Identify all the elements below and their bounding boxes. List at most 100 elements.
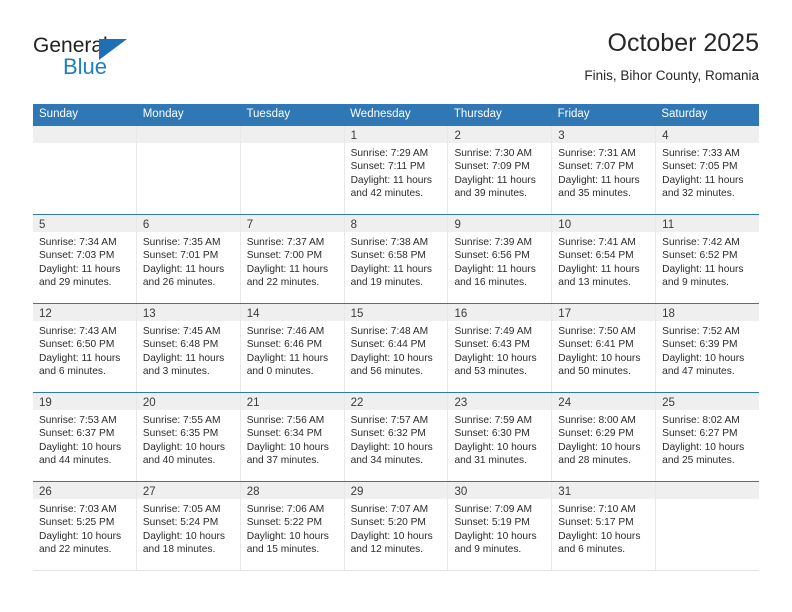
day-detail-line: Sunrise: 7:48 AM <box>350 326 429 337</box>
calendar-day-cell[interactable]: 28 Sunrise: 7:06 AM Sunset: 5:22 PM Dayligh… <box>240 482 345 570</box>
day-detail-text: Sunrise: 7:10 AM Sunset: 5:17 PM Daylight:… <box>552 499 655 557</box>
calendar-day-cell[interactable]: 21 Sunrise: 7:56 AM Sunset: 6:34 PM Dayligh… <box>240 393 345 481</box>
day-detail-text: Sunrise: 7:56 AM Sunset: 6:34 PM Daylight:… <box>241 410 344 468</box>
day-detail-text: Sunrise: 7:34 AM Sunset: 7:03 PM Daylight:… <box>33 232 136 290</box>
calendar-day-cell[interactable]: 8 Sunrise: 7:38 AM Sunset: 6:58 PM Daylight… <box>344 215 449 303</box>
day-detail-line: Sunset: 6:48 PM <box>142 339 219 351</box>
calendar-day-cell[interactable]: 6 Sunrise: 7:35 AM Sunset: 7:01 PM Daylight… <box>136 215 241 303</box>
calendar-day-cell[interactable]: 1 Sunrise: 7:29 AM Sunset: 7:11 PM Daylight… <box>344 126 449 214</box>
day-detail-line: Sunset: 5:17 PM <box>558 517 634 529</box>
day-number-band: 17 <box>552 304 656 321</box>
calendar-day-cell[interactable]: 22 Sunrise: 7:57 AM Sunset: 6:32 PM Dayligh… <box>344 393 449 481</box>
calendar-day-cell[interactable]: 31 Sunrise: 7:10 AM Sunset: 5:17 PM Dayligh… <box>552 482 657 570</box>
day-number: 26 <box>39 486 52 498</box>
day-detail-line: and 29 minutes. <box>39 277 112 289</box>
day-detail-text: Sunrise: 7:55 AM Sunset: 6:35 PM Daylight:… <box>137 410 240 468</box>
calendar-day-cell[interactable]: 2 Sunrise: 7:30 AM Sunset: 7:09 PM Daylight… <box>448 126 553 214</box>
day-detail-line: Sunset: 7:05 PM <box>662 161 738 173</box>
calendar-day-cell[interactable]: 14 Sunrise: 7:46 AM Sunset: 6:46 PM Dayligh… <box>240 304 345 392</box>
calendar-day-cell[interactable]: 27 Sunrise: 7:05 AM Sunset: 5:24 PM Dayligh… <box>136 482 241 570</box>
general-blue-logo[interactable]: General Blue <box>33 34 233 86</box>
day-detail-line: Daylight: 11 hours <box>558 263 640 275</box>
calendar-day-cell[interactable]: 24 Sunrise: 8:00 AM Sunset: 6:29 PM Dayligh… <box>552 393 657 481</box>
calendar-day-cell[interactable]: 18 Sunrise: 7:52 AM Sunset: 6:39 PM Dayligh… <box>656 304 760 392</box>
day-detail-line: Sunset: 7:01 PM <box>142 250 219 262</box>
calendar-day-cell[interactable]: 15 Sunrise: 7:48 AM Sunset: 6:44 PM Dayligh… <box>344 304 449 392</box>
day-detail-line: Sunrise: 7:45 AM <box>142 326 221 337</box>
calendar-day-cell[interactable]: 30 Sunrise: 7:09 AM Sunset: 5:19 PM Dayligh… <box>448 482 553 570</box>
day-detail-line: Sunset: 7:11 PM <box>350 161 426 173</box>
day-detail-line: Daylight: 10 hours <box>350 530 433 542</box>
day-detail-line: Sunset: 7:00 PM <box>246 250 323 262</box>
day-detail-line: and 13 minutes. <box>558 277 631 289</box>
calendar-week-row: 1 Sunrise: 7:29 AM Sunset: 7:11 PM Daylight… <box>33 125 760 214</box>
day-number-band: 5 <box>33 215 136 232</box>
weekday-header-row: Sunday Monday Tuesday Wednesday Thursday Frid… <box>33 104 759 125</box>
page-header: General Blue October 2025 Finis, Bihor C… <box>33 28 759 90</box>
calendar-day-cell[interactable]: 25 Sunrise: 8:02 AM Sunset: 6:27 PM Dayligh… <box>656 393 760 481</box>
day-detail-text: Sunrise: 7:31 AM Sunset: 7:07 PM Daylight:… <box>552 143 655 201</box>
day-detail-line: Daylight: 10 hours <box>662 441 745 453</box>
day-detail-text: Sunrise: 7:29 AM Sunset: 7:11 PM Daylight:… <box>345 143 448 201</box>
day-detail-line: Sunrise: 7:43 AM <box>39 326 117 337</box>
calendar-day-cell[interactable]: 26 Sunrise: 7:03 AM Sunset: 5:25 PM Dayligh… <box>33 482 137 570</box>
day-detail-line: Sunrise: 7:57 AM <box>350 415 429 426</box>
calendar-day-cell-empty <box>656 482 760 570</box>
day-detail-line: Sunrise: 7:37 AM <box>246 237 325 248</box>
day-number-band: 20 <box>136 393 240 410</box>
calendar-day-cell[interactable]: 3 Sunrise: 7:31 AM Sunset: 7:07 PM Daylight… <box>552 126 657 214</box>
calendar-day-cell[interactable]: 12 Sunrise: 7:43 AM Sunset: 6:50 PM Dayligh… <box>33 304 137 392</box>
day-detail-line: and 31 minutes. <box>454 455 527 467</box>
weekday-header-monday: Monday <box>142 108 184 120</box>
day-detail-text: Sunrise: 7:37 AM Sunset: 7:00 PM Daylight:… <box>241 232 344 290</box>
day-detail-line: Daylight: 11 hours <box>142 263 225 275</box>
day-detail-line: Daylight: 11 hours <box>454 263 536 275</box>
day-number: 5 <box>39 219 46 231</box>
day-number-band: 24 <box>552 393 656 410</box>
calendar-week-row: 19 Sunrise: 7:53 AM Sunset: 6:37 PM Dayligh… <box>33 392 760 481</box>
day-number: 24 <box>558 397 572 409</box>
day-number: 16 <box>454 308 468 320</box>
calendar-day-cell[interactable]: 11 Sunrise: 7:42 AM Sunset: 6:52 PM Dayligh… <box>656 215 760 303</box>
day-number-band: 18 <box>656 304 760 321</box>
day-detail-line: and 50 minutes. <box>558 366 631 378</box>
day-detail-text: Sunrise: 7:43 AM Sunset: 6:50 PM Daylight:… <box>33 321 136 379</box>
calendar-day-cell[interactable]: 16 Sunrise: 7:49 AM Sunset: 6:43 PM Dayligh… <box>448 304 553 392</box>
day-number: 7 <box>246 219 254 231</box>
day-detail-line: Sunset: 6:37 PM <box>39 428 115 440</box>
calendar-day-cell-empty <box>240 126 345 214</box>
day-detail-line: and 16 minutes. <box>454 277 527 289</box>
day-detail-line: Sunrise: 7:35 AM <box>142 237 221 248</box>
day-detail-line: Daylight: 10 hours <box>142 530 225 542</box>
calendar-day-cell[interactable]: 10 Sunrise: 7:41 AM Sunset: 6:54 PM Dayligh… <box>552 215 657 303</box>
day-detail-line: and 19 minutes. <box>350 277 424 289</box>
calendar-day-cell[interactable]: 20 Sunrise: 7:55 AM Sunset: 6:35 PM Dayligh… <box>136 393 241 481</box>
day-detail-line: Sunset: 6:29 PM <box>558 428 634 440</box>
day-detail-line: Daylight: 11 hours <box>662 174 744 186</box>
title-block: October 2025 Finis, Bihor County, Romani… <box>584 28 759 86</box>
calendar-day-cell[interactable]: 29 Sunrise: 7:07 AM Sunset: 5:20 PM Dayligh… <box>344 482 449 570</box>
calendar-day-cell[interactable]: 9 Sunrise: 7:39 AM Sunset: 6:56 PM Daylight… <box>448 215 553 303</box>
day-detail-line: Sunset: 6:50 PM <box>39 339 115 351</box>
calendar-day-cell[interactable]: 23 Sunrise: 7:59 AM Sunset: 6:30 PM Dayligh… <box>448 393 553 481</box>
day-detail-line: and 34 minutes. <box>350 455 424 467</box>
day-number: 22 <box>350 397 364 409</box>
day-number: 15 <box>350 308 364 320</box>
day-detail-text: Sunrise: 8:00 AM Sunset: 6:29 PM Daylight:… <box>552 410 655 468</box>
day-detail-text: Sunrise: 7:39 AM Sunset: 6:56 PM Daylight:… <box>448 232 551 290</box>
day-detail-line: Daylight: 10 hours <box>454 441 537 453</box>
day-number: 23 <box>454 397 468 409</box>
day-detail-line: Sunset: 6:34 PM <box>246 428 323 440</box>
calendar-day-cell[interactable]: 17 Sunrise: 7:50 AM Sunset: 6:41 PM Dayligh… <box>552 304 657 392</box>
day-detail-line: Sunset: 7:09 PM <box>454 161 530 173</box>
day-number-band: 30 <box>448 482 552 499</box>
day-detail-line: Sunset: 5:20 PM <box>350 517 426 529</box>
day-number-band: 23 <box>448 393 552 410</box>
calendar-day-cell[interactable]: 7 Sunrise: 7:37 AM Sunset: 7:00 PM Daylight… <box>240 215 345 303</box>
calendar-day-cell[interactable]: 4 Sunrise: 7:33 AM Sunset: 7:05 PM Daylight… <box>656 126 760 214</box>
day-detail-line: and 35 minutes. <box>558 188 631 200</box>
day-detail-text: Sunrise: 7:57 AM Sunset: 6:32 PM Daylight:… <box>345 410 448 468</box>
calendar-day-cell[interactable]: 19 Sunrise: 7:53 AM Sunset: 6:37 PM Dayligh… <box>33 393 137 481</box>
calendar-day-cell[interactable]: 13 Sunrise: 7:45 AM Sunset: 6:48 PM Dayligh… <box>136 304 241 392</box>
calendar-day-cell[interactable]: 5 Sunrise: 7:34 AM Sunset: 7:03 PM Daylight… <box>33 215 137 303</box>
